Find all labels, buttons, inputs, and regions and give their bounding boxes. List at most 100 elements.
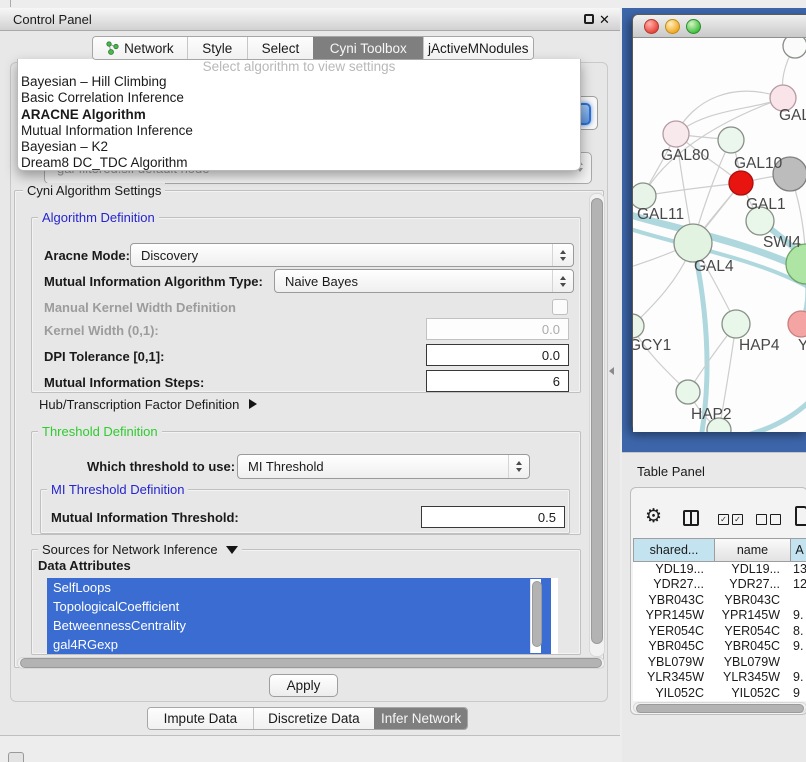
kernel-width-field[interactable]: 0.0 (426, 318, 569, 340)
column-header-shared-name[interactable]: shared... (633, 538, 715, 562)
aracne-mode-combo[interactable]: Discovery (130, 243, 574, 267)
tab-cyni-toolbox-label: Cyni Toolbox (330, 41, 407, 56)
network-node-label: GAL (779, 107, 806, 124)
apply-button[interactable]: Apply (269, 674, 338, 697)
tab-select[interactable]: Select (247, 37, 313, 59)
network-node[interactable] (633, 314, 644, 338)
network-node[interactable] (676, 380, 700, 404)
settings-hscrollbar-thumb[interactable] (20, 658, 602, 668)
tab-cyni-toolbox[interactable]: Cyni Toolbox (313, 37, 423, 59)
table-hscrollbar[interactable] (633, 702, 806, 713)
table-row[interactable]: YPR145WYPR145W9. (633, 608, 806, 623)
dpi-tolerance-field[interactable]: 0.0 (426, 344, 569, 366)
settings-hscrollbar[interactable] (17, 657, 605, 669)
combo-spinner-icon (552, 270, 573, 292)
dpi-tolerance-label: DPI Tolerance [0,1]: (44, 345, 164, 367)
mi-type-combo[interactable]: Naive Bayes (274, 269, 574, 293)
data-attribute-item[interactable]: TopologicalCoefficient (47, 597, 551, 616)
minimized-panel-icon[interactable] (8, 752, 24, 762)
cyni-algorithm-settings-title: Cyni Algorithm Settings (23, 183, 165, 198)
algorithm-definition-group: Algorithm Definition Aracne Mode: Discov… (31, 217, 581, 393)
table-row[interactable]: YLR345WYLR345W9. (633, 670, 806, 685)
float-panel-button[interactable] (584, 14, 594, 24)
hide-columns-icon[interactable] (756, 514, 781, 525)
window-zoom-light[interactable] (686, 19, 701, 34)
table-row[interactable]: YER054CYER054C8. (633, 624, 806, 639)
show-checked-columns-icon[interactable]: ✓ ✓ (718, 514, 743, 525)
network-node[interactable] (718, 127, 744, 153)
hub-definition-label: Hub/Transcription Factor Definition (39, 397, 239, 412)
tab-infer-network[interactable]: Infer Network (374, 708, 467, 729)
tab-style[interactable]: Style (187, 37, 247, 59)
split-columns-icon[interactable] (683, 510, 699, 526)
network-canvas[interactable]: GALGAL80GAL10GAL11GAL1SWI4GAL4GCY1HAP4YH… (633, 38, 806, 432)
window-close-light[interactable] (644, 19, 659, 34)
window-minimize-light[interactable] (665, 19, 680, 34)
tab-impute-data[interactable]: Impute Data (148, 708, 253, 729)
network-node[interactable] (729, 171, 753, 195)
apply-button-label: Apply (287, 678, 321, 693)
data-attribute-item[interactable]: BetweennessCentrality (47, 616, 551, 635)
mi-threshold-field[interactable]: 0.5 (421, 506, 565, 528)
gear-icon[interactable]: ⚙ (645, 507, 662, 526)
network-node[interactable] (674, 224, 712, 262)
algorithm-option[interactable]: Dream8 DC_TDC Algorithm (18, 155, 580, 171)
network-node-label: GAL11 (637, 206, 684, 223)
algorithm-option[interactable]: Mutual Information Inference (18, 123, 580, 139)
table-hscrollbar-thumb[interactable] (636, 704, 804, 713)
table-row[interactable]: YDR27...YDR27...12 (633, 577, 806, 592)
column-header-next[interactable]: A (791, 538, 806, 562)
attributes-vscrollbar[interactable] (530, 579, 541, 653)
table-cell: YDR27... (715, 577, 791, 592)
table-row[interactable]: YBL079WYBL079W (633, 655, 806, 670)
tab-jactivemnodules-label: jActiveMNodules (428, 41, 529, 56)
data-attribute-item[interactable]: gal4RGexp (47, 635, 551, 654)
tab-network[interactable]: Network (93, 37, 187, 59)
tab-discretize-data[interactable]: Discretize Data (253, 708, 374, 729)
network-node[interactable] (783, 38, 806, 58)
network-edge (633, 326, 688, 392)
algorithm-dropdown-placeholder: Select algorithm to view settings (18, 60, 580, 74)
manual-kernel-label: Manual Kernel Width Definition (44, 297, 236, 317)
control-panel-title: Control Panel (13, 12, 92, 27)
network-node[interactable] (788, 311, 806, 337)
manual-kernel-checkbox[interactable] (552, 299, 568, 315)
close-panel-icon[interactable]: ✕ (599, 13, 610, 26)
which-threshold-combo[interactable]: MI Threshold (237, 454, 530, 479)
table-row[interactable]: YBR043CYBR043C (633, 593, 806, 608)
table-cell: YBL079W (715, 655, 791, 670)
column-header-name[interactable]: name (715, 538, 791, 562)
table-row[interactable]: YDL19...YDL19...13 (633, 562, 806, 577)
network-window-titlebar[interactable] (633, 15, 806, 38)
collapse-arrow-icon[interactable] (226, 546, 238, 554)
network-node[interactable] (663, 121, 689, 147)
tab-jactivemnodules[interactable]: jActiveMNodules (423, 37, 534, 59)
combo-spinner-icon (552, 244, 573, 266)
mi-steps-field[interactable]: 6 (426, 370, 569, 392)
algorithm-option[interactable]: Basic Correlation Inference (18, 90, 580, 106)
attributes-vscrollbar-thumb[interactable] (532, 581, 542, 647)
splitpane-collapse-arrow[interactable] (609, 367, 614, 375)
kernel-width-label: Kernel Width (0,1): (44, 319, 159, 341)
algorithm-list: Bayesian – Hill ClimbingBasic Correlatio… (18, 74, 580, 172)
algorithm-option[interactable]: ARACNE Algorithm (18, 107, 580, 123)
settings-vscrollbar[interactable] (589, 193, 605, 657)
tab-style-label: Style (202, 41, 232, 56)
algorithm-option[interactable]: Bayesian – Hill Climbing (18, 74, 580, 90)
hub-definition-section[interactable]: Hub/Transcription Factor Definition (39, 393, 257, 415)
expand-arrow-icon[interactable] (249, 399, 257, 409)
export-table-icon[interactable] (795, 506, 806, 526)
table-cell: YBL079W (633, 655, 715, 670)
data-attribute-item[interactable]: SelfLoops (47, 578, 551, 597)
top-edge-tick (10, 0, 11, 7)
mi-threshold-group: MI Threshold Definition Mutual Informati… (40, 489, 570, 534)
network-node-label: HAP4 (739, 337, 780, 354)
algorithm-option[interactable]: Bayesian – K2 (18, 139, 580, 155)
network-node[interactable] (722, 310, 750, 338)
mi-threshold-group-title: MI Threshold Definition (47, 482, 188, 497)
sources-group-title-row[interactable]: Sources for Network Inference (38, 542, 242, 557)
settings-vscrollbar-thumb[interactable] (591, 198, 603, 644)
table-row[interactable]: YBR045CYBR045C9. (633, 639, 806, 654)
table-row[interactable]: YIL052CYIL052C9 (633, 686, 806, 701)
which-threshold-label: Which threshold to use: (87, 454, 235, 479)
